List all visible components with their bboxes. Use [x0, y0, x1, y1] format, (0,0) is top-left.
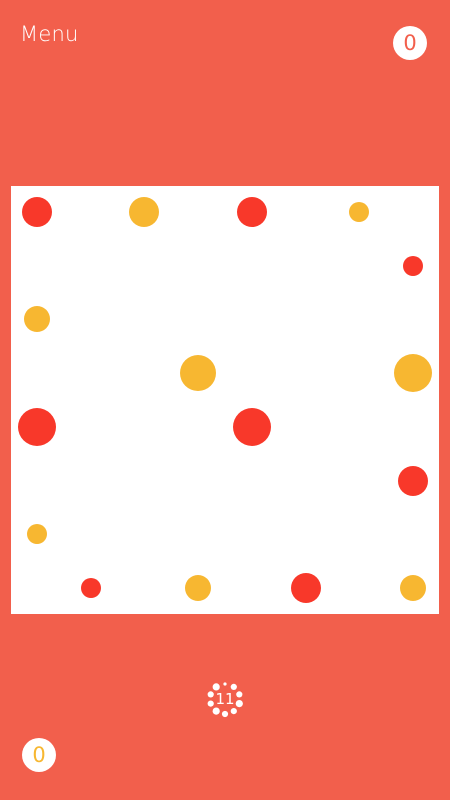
yellow-dot[interactable] [24, 306, 50, 333]
yellow-dot[interactable] [349, 202, 370, 222]
red-dot[interactable] [236, 197, 267, 227]
red-dot[interactable] [22, 197, 52, 227]
yellow-dot[interactable] [185, 575, 212, 601]
menu-button[interactable]: Menu [20, 22, 78, 46]
yellow-dot[interactable] [27, 524, 47, 545]
yellow-dot[interactable] [400, 575, 426, 601]
timer-count: 11 [215, 690, 235, 708]
red-dot[interactable] [403, 255, 423, 276]
red-dot[interactable] [398, 465, 428, 496]
red-dot[interactable] [232, 407, 271, 446]
player-bottom-score: 0 [32, 743, 46, 767]
player-top-score-badge: 0 [393, 26, 427, 60]
red-dot[interactable] [80, 578, 101, 598]
yellow-dot[interactable] [129, 197, 160, 227]
player-bottom-score-badge: 0 [22, 738, 56, 772]
yellow-dot[interactable] [394, 354, 432, 393]
game-board[interactable] [11, 186, 439, 614]
red-dot[interactable] [290, 573, 321, 603]
turn-timer: 11 [200, 676, 250, 722]
red-dot[interactable] [18, 407, 56, 446]
player-top-score: 0 [403, 31, 417, 55]
yellow-dot[interactable] [180, 355, 217, 392]
